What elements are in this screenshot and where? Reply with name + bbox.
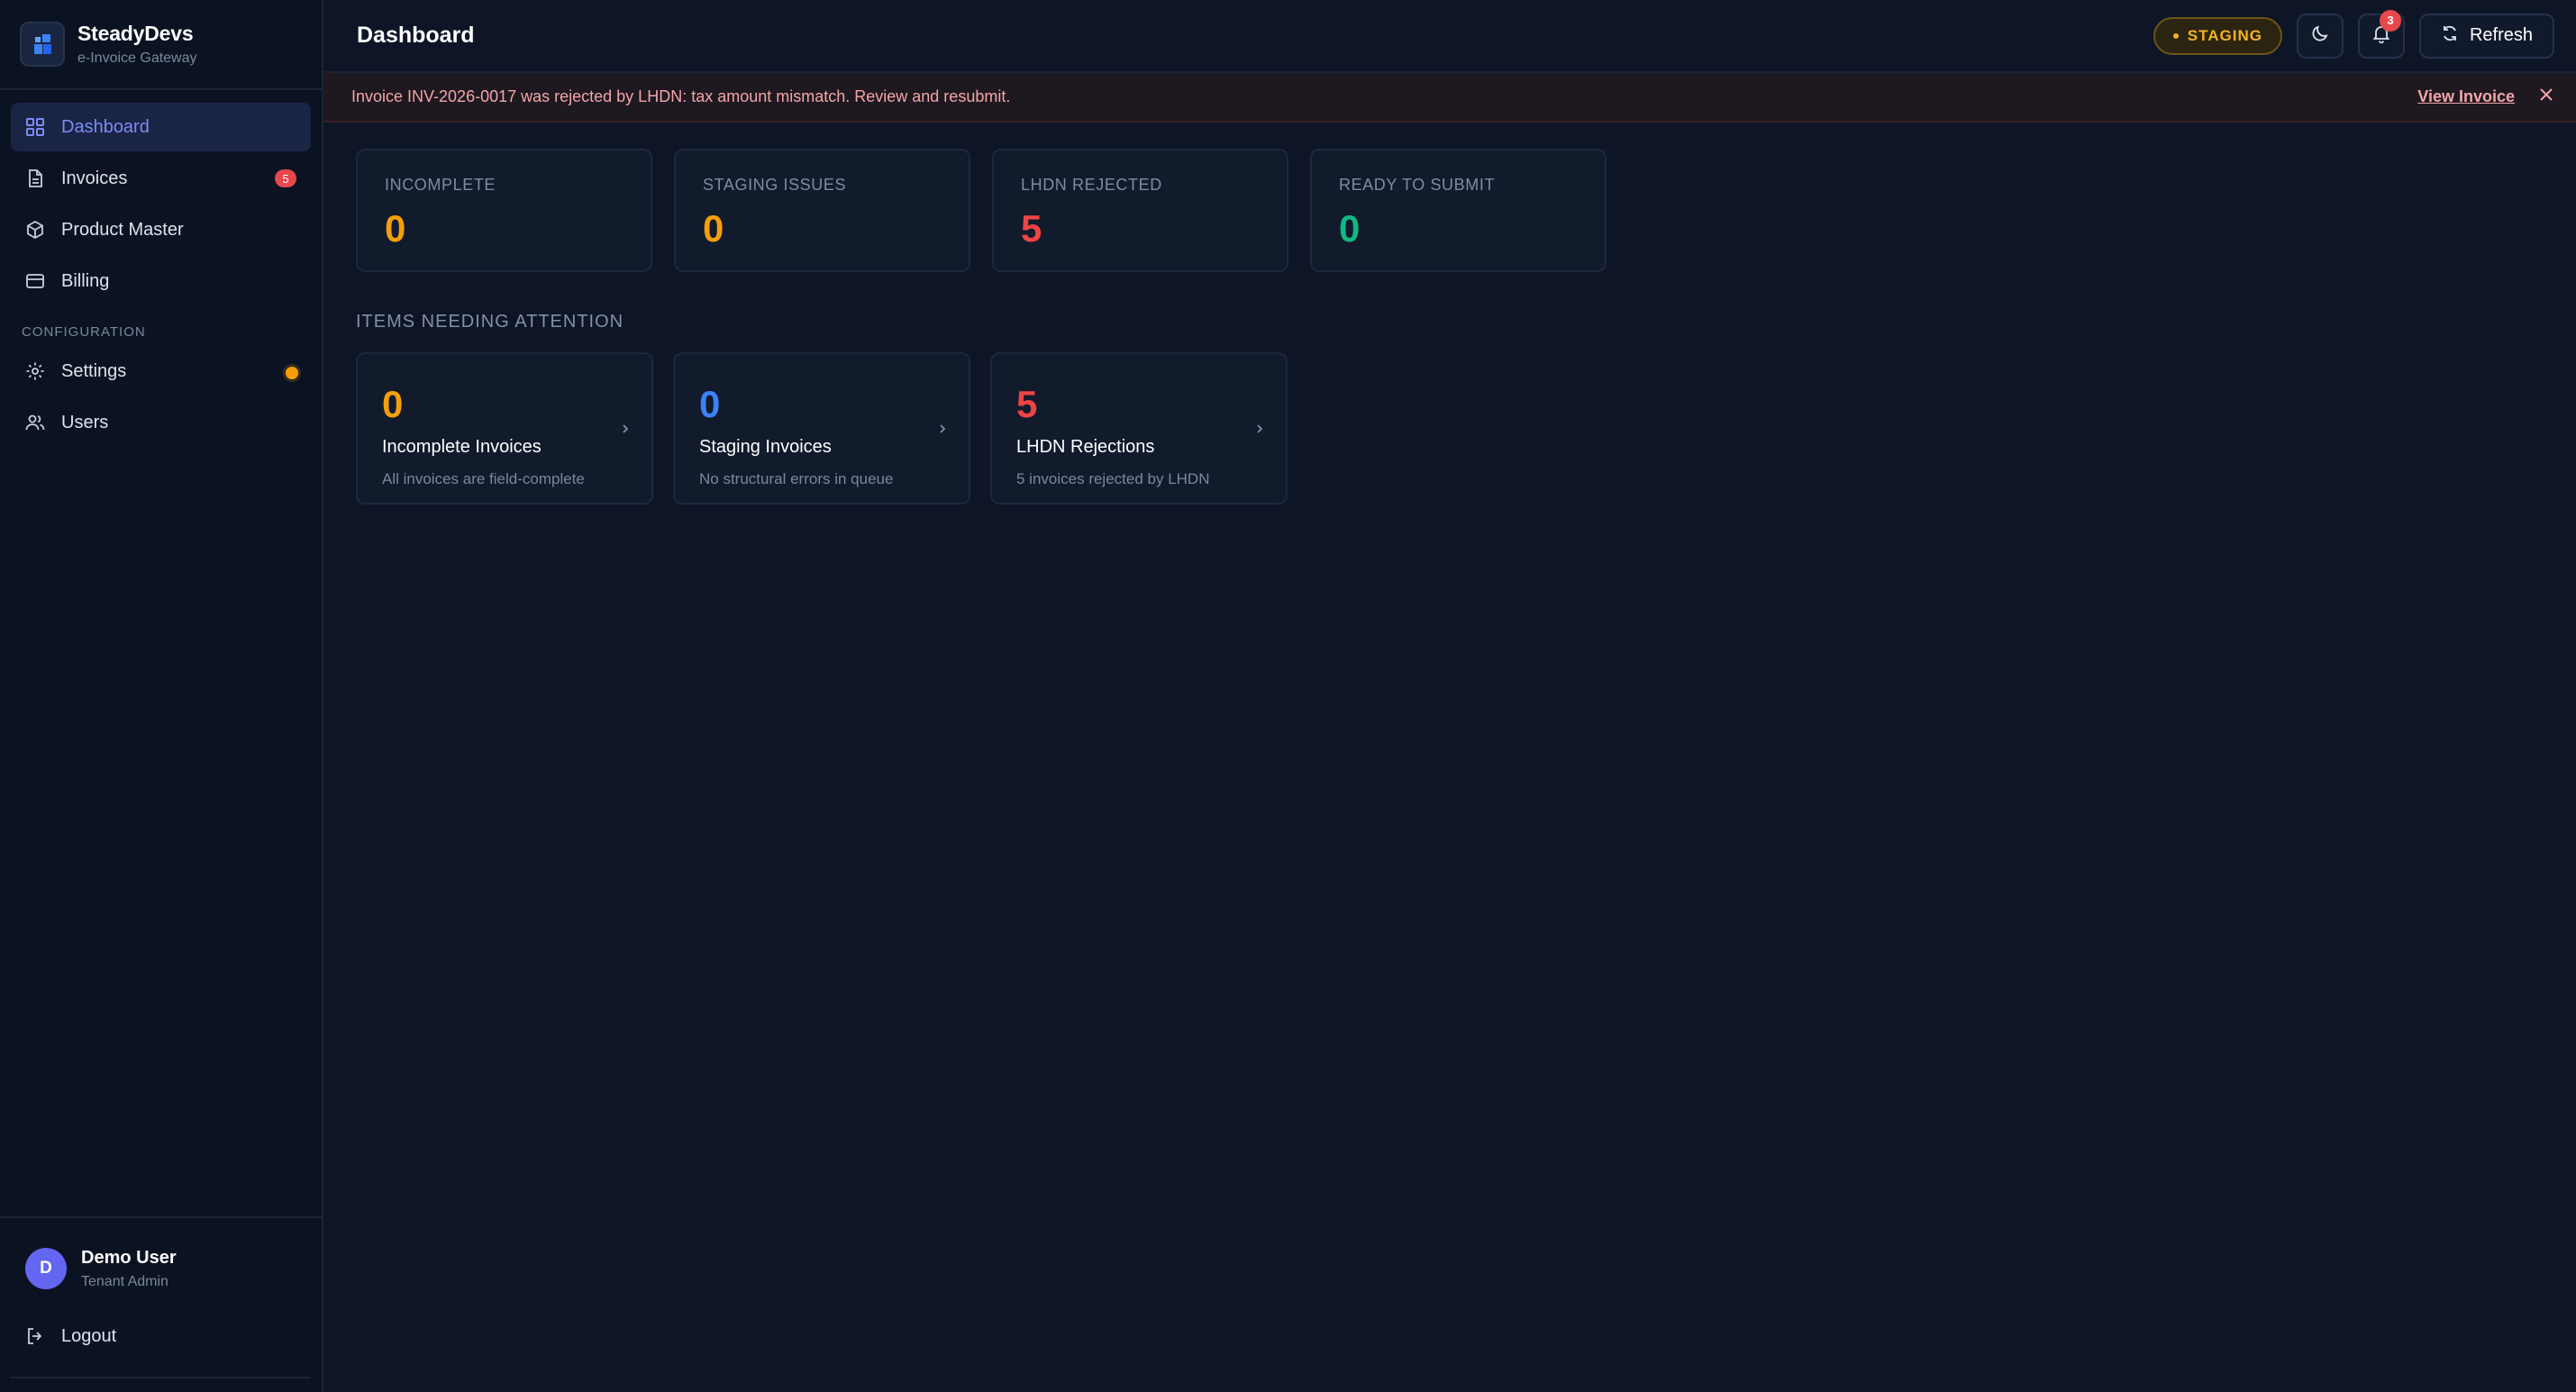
attention-value: 5 xyxy=(1016,383,1038,425)
stat-label: READY TO SUBMIT xyxy=(1339,176,1496,194)
sidebar-section-configuration: CONFIGURATION xyxy=(22,324,146,340)
sidebar-item-label: Product Master xyxy=(61,219,184,240)
theme-toggle-button[interactable] xyxy=(2296,13,2344,59)
environment-dot xyxy=(2172,32,2179,39)
sidebar-item-label: Invoices xyxy=(61,168,128,188)
user-role: Tenant Admin xyxy=(81,1273,168,1289)
stat-card-ready-to-submit: READY TO SUBMIT 0 xyxy=(1310,149,1607,272)
attention-cards: 0 Incomplete Invoices All invoices are f… xyxy=(356,352,2576,505)
stat-cards: INCOMPLETE 0 STAGING ISSUES 0 LHDN REJEC… xyxy=(356,149,2576,272)
sidebar-item-label: Users xyxy=(61,412,109,432)
topbar: Dashboard STAGING 3 Refresh xyxy=(323,0,2576,73)
attention-value: 0 xyxy=(382,383,404,425)
environment-badge[interactable]: STAGING xyxy=(2153,16,2282,55)
sidebar-item-label: Settings xyxy=(61,360,127,381)
logout-button[interactable]: Logout xyxy=(11,1312,311,1360)
stat-card-lhdn-rejected: LHDN REJECTED 5 xyxy=(992,149,1288,272)
moon-icon xyxy=(2310,23,2330,48)
attention-title: Incomplete Invoices xyxy=(382,437,542,457)
sidebar-item-label: Dashboard xyxy=(61,116,150,137)
sidebar-item-settings[interactable]: Settings xyxy=(11,347,311,396)
logout-label: Logout xyxy=(61,1325,117,1346)
chevron-right-icon xyxy=(619,423,632,435)
grid-icon xyxy=(25,117,45,137)
attention-subtitle: No structural errors in queue xyxy=(699,470,894,487)
user-profile[interactable]: D Demo User Tenant Admin xyxy=(11,1245,311,1292)
stat-card-incomplete: INCOMPLETE 0 xyxy=(356,149,652,272)
app-shell: SteadyDevs e-Invoice Gateway Dashboard I… xyxy=(0,0,2576,1392)
file-icon xyxy=(25,168,45,188)
company-name: Steady Devs Solutions xyxy=(11,1378,311,1392)
alert-message: Invoice INV-2026-0017 was rejected by LH… xyxy=(351,87,1011,105)
close-icon[interactable] xyxy=(2538,86,2554,107)
settings-status-dot xyxy=(286,367,298,379)
page-title: Dashboard xyxy=(357,23,475,48)
sidebar-item-users[interactable]: Users xyxy=(11,398,311,447)
brand-logo-icon xyxy=(20,22,65,67)
brand-subtitle: e-Invoice Gateway xyxy=(77,50,197,66)
credit-card-icon xyxy=(25,271,45,291)
sidebar-nav: Dashboard Invoices 5 Product Master Bill… xyxy=(0,90,322,447)
dashboard-content: INCOMPLETE 0 STAGING ISSUES 0 LHDN REJEC… xyxy=(323,123,2576,505)
attention-card-staging[interactable]: 0 Staging Invoices No structural errors … xyxy=(673,352,970,505)
stat-label: INCOMPLETE xyxy=(385,176,496,194)
main-content: Dashboard STAGING 3 Refresh Invoice INV-… xyxy=(323,0,2576,1392)
stat-value: 0 xyxy=(385,207,406,250)
attention-title: LHDN Rejections xyxy=(1016,437,1155,457)
sidebar-footer: D Demo User Tenant Admin Logout Steady D… xyxy=(0,1216,322,1392)
notifications-button[interactable]: 3 xyxy=(2357,9,2405,59)
stat-value: 0 xyxy=(703,207,724,250)
stat-value: 5 xyxy=(1021,207,1042,250)
sidebar-item-dashboard[interactable]: Dashboard xyxy=(11,103,311,151)
attention-value: 0 xyxy=(699,383,721,425)
logout-icon xyxy=(25,1326,45,1346)
refresh-icon xyxy=(2441,24,2459,48)
user-name: Demo User xyxy=(81,1247,177,1268)
refresh-button[interactable]: Refresh xyxy=(2418,13,2554,59)
sidebar-item-label: Billing xyxy=(61,270,110,291)
sidebar-item-product-master[interactable]: Product Master xyxy=(11,205,311,254)
view-invoice-link[interactable]: View Invoice xyxy=(2417,87,2515,106)
refresh-label: Refresh xyxy=(2469,25,2533,45)
attention-section-title: ITEMS NEEDING ATTENTION xyxy=(356,312,624,332)
attention-subtitle: 5 invoices rejected by LHDN xyxy=(1016,470,1210,487)
avatar: D xyxy=(25,1248,67,1289)
environment-label: STAGING xyxy=(2187,26,2262,44)
sidebar-item-invoices[interactable]: Invoices 5 xyxy=(11,154,311,203)
attention-card-incomplete[interactable]: 0 Incomplete Invoices All invoices are f… xyxy=(356,352,653,505)
box-icon xyxy=(25,220,45,240)
attention-subtitle: All invoices are field-complete xyxy=(382,470,585,487)
chevron-right-icon xyxy=(936,423,949,435)
stat-value: 0 xyxy=(1339,207,1361,250)
users-icon xyxy=(25,413,45,432)
invoices-count-badge: 5 xyxy=(275,169,296,187)
attention-card-lhdn-rejections[interactable]: 5 LHDN Rejections 5 invoices rejected by… xyxy=(990,352,1288,505)
rejection-alert-banner: Invoice INV-2026-0017 was rejected by LH… xyxy=(323,73,2576,123)
chevron-right-icon xyxy=(1253,423,1266,435)
stat-card-staging-issues: STAGING ISSUES 0 xyxy=(674,149,970,272)
topbar-actions: STAGING 3 Refresh xyxy=(2153,9,2554,59)
stat-label: LHDN REJECTED xyxy=(1021,176,1162,194)
attention-title: Staging Invoices xyxy=(699,437,832,457)
sidebar: SteadyDevs e-Invoice Gateway Dashboard I… xyxy=(0,0,323,1392)
notification-count-badge: 3 xyxy=(2379,9,2401,32)
brand[interactable]: SteadyDevs e-Invoice Gateway xyxy=(0,0,322,90)
brand-name: SteadyDevs xyxy=(77,22,194,45)
gear-icon xyxy=(25,361,45,381)
sidebar-item-billing[interactable]: Billing xyxy=(11,257,311,305)
stat-label: STAGING ISSUES xyxy=(703,176,847,194)
